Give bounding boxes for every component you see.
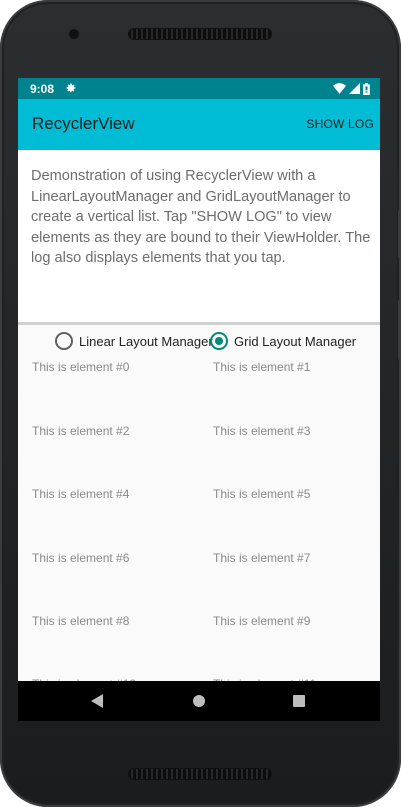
toolbar-title: RecyclerView	[32, 114, 135, 133]
home-icon[interactable]	[193, 695, 205, 707]
radio-label: Linear Layout Manager	[79, 333, 213, 349]
wifi-icon	[333, 83, 346, 94]
status-time: 9:08	[30, 82, 55, 96]
cell-signal-icon	[349, 83, 360, 94]
status-bar: 9:08	[18, 78, 380, 99]
top-speaker-grille	[128, 28, 272, 40]
radio-label: Grid Layout Manager	[234, 333, 357, 349]
battery-icon	[363, 82, 370, 95]
recents-icon[interactable]	[293, 695, 305, 707]
list-item[interactable]: This is element #4	[32, 487, 129, 501]
settings-gear-icon	[66, 83, 76, 93]
list-item[interactable]: This is element #0	[32, 360, 129, 374]
screen: 9:08 RecyclerView SHOW LOG Demonstration…	[18, 78, 380, 721]
list-item[interactable]: This is element #2	[32, 424, 129, 438]
divider	[18, 322, 380, 325]
list-item[interactable]: This is element #1	[213, 360, 310, 374]
front-camera	[69, 29, 79, 39]
bottom-speaker-grille	[128, 768, 272, 780]
list-item[interactable]: This is element #3	[213, 424, 310, 438]
navigation-bar	[18, 681, 380, 721]
list-item[interactable]: This is element #7	[213, 551, 310, 565]
list-item[interactable]: This is element #9	[213, 614, 310, 628]
recycler-grid[interactable]: This is element #0 This is element #1 Th…	[18, 352, 380, 721]
radio-unchecked-icon	[55, 332, 73, 350]
show-log-button[interactable]: SHOW LOG	[306, 117, 374, 131]
list-item[interactable]: This is element #5	[213, 487, 310, 501]
back-icon[interactable]	[91, 694, 105, 708]
list-item[interactable]: This is element #6	[32, 551, 129, 565]
intro-text: Demonstration of using RecyclerView with…	[31, 168, 371, 267]
layout-manager-radio-group: Linear Layout Manager Grid Layout Manage…	[18, 329, 380, 353]
app-toolbar: RecyclerView SHOW LOG	[18, 99, 380, 150]
status-icons	[333, 82, 370, 95]
phone-frame: 9:08 RecyclerView SHOW LOG Demonstration…	[0, 0, 401, 807]
list-item[interactable]: This is element #8	[32, 614, 129, 628]
radio-checked-icon	[210, 332, 228, 350]
intro-panel: Demonstration of using RecyclerView with…	[18, 150, 380, 322]
radio-grid-layout-manager[interactable]: Grid Layout Manager	[210, 332, 356, 350]
radio-linear-layout-manager[interactable]: Linear Layout Manager	[55, 332, 213, 350]
